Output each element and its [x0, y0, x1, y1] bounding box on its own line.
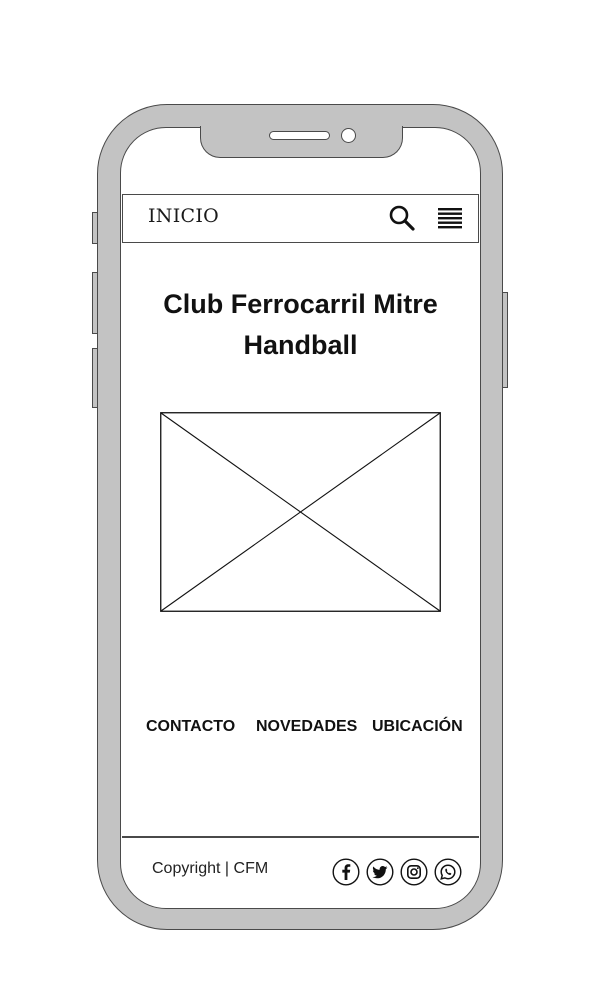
page-title-inicio[interactable]: INICIO [148, 205, 219, 227]
wireframe-canvas: INICIO Club Ferrocarril Mitre Handball C… [0, 0, 599, 999]
search-icon[interactable] [388, 204, 416, 232]
speaker-grille [269, 131, 330, 140]
copyright-text: Copyright | CFM [152, 860, 269, 877]
link-contacto[interactable]: CONTACTO [146, 718, 235, 736]
hamburger-menu-icon[interactable] [436, 206, 464, 230]
club-title: Club Ferrocarril Mitre Handball [122, 284, 479, 366]
front-camera [341, 128, 356, 143]
whatsapp-icon[interactable] [434, 858, 462, 886]
club-title-line-2: Handball [243, 330, 358, 360]
twitter-icon[interactable] [366, 858, 394, 886]
link-ubicacion[interactable]: UBICACIÓN [372, 718, 463, 736]
facebook-icon[interactable] [332, 858, 360, 886]
footer-divider [122, 836, 479, 838]
instagram-icon[interactable] [400, 858, 428, 886]
club-title-line-1: Club Ferrocarril Mitre [163, 289, 438, 319]
image-placeholder [160, 412, 441, 612]
link-novedades[interactable]: NOVEDADES [256, 718, 357, 736]
